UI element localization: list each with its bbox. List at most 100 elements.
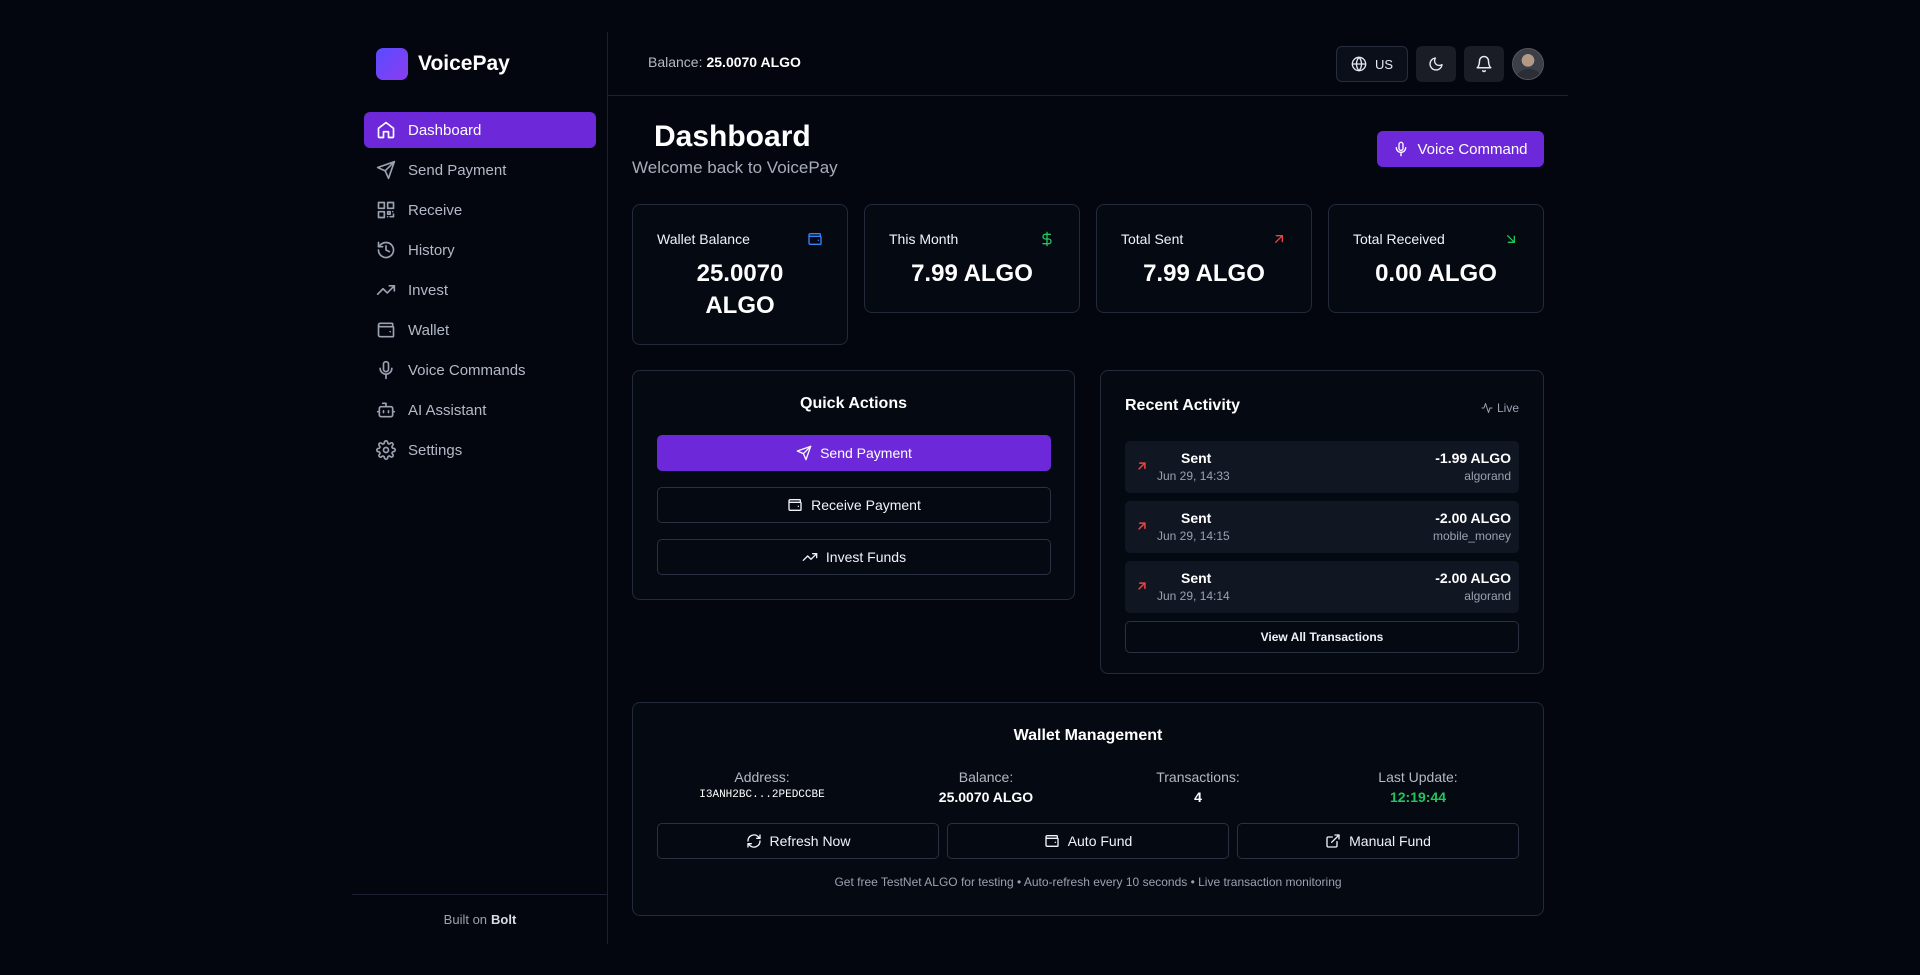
stat-card-total-received: Total Received 0.00 ALGO bbox=[1328, 204, 1544, 313]
manual-fund-label: Manual Fund bbox=[1349, 833, 1431, 849]
sidebar-item-label: Wallet bbox=[408, 321, 450, 339]
globe-icon bbox=[1351, 56, 1367, 72]
top-bar: Balance: 25.0070 ALGO US bbox=[608, 32, 1568, 96]
sidebar-footer: Built on Bolt bbox=[352, 894, 608, 944]
activity-amount: -1.99 ALGO bbox=[1435, 450, 1511, 466]
stat-label: This Month bbox=[889, 231, 959, 247]
address-value[interactable]: I3ANH2BC...2PEDCCBE bbox=[657, 789, 867, 801]
app-name: VoicePay bbox=[418, 52, 510, 75]
arrow-up-right-icon bbox=[1138, 462, 1146, 470]
invest-funds-label: Invest Funds bbox=[825, 549, 907, 565]
page-title: Dashboard bbox=[654, 120, 811, 153]
voice-command-button[interactable]: Voice Command bbox=[1377, 131, 1544, 167]
wallet-management-title: Wallet Management bbox=[1013, 727, 1163, 744]
activity-amount: -2.00 ALGO bbox=[1435, 510, 1511, 526]
sidebar-item-dashboard[interactable]: Dashboard bbox=[364, 112, 596, 148]
live-label: Live bbox=[1496, 401, 1519, 415]
wallet-address: Address: I3ANH2BC...2PEDCCBE bbox=[657, 769, 867, 801]
activity-icon bbox=[1481, 403, 1493, 413]
stat-value: 0.00 ALGO bbox=[1375, 260, 1497, 287]
external-link-icon bbox=[1326, 834, 1340, 848]
sidebar-item-voice-commands[interactable]: Voice Commands bbox=[364, 352, 596, 388]
balance-label: Balance: bbox=[958, 769, 1014, 785]
wallet-icon bbox=[377, 322, 395, 338]
sidebar-item-send-payment[interactable]: Send Payment bbox=[364, 152, 596, 188]
transactions-label: Transactions: bbox=[1156, 769, 1240, 785]
sidebar-item-label: Dashboard bbox=[408, 121, 482, 139]
top-balance-value: 25.0070 ALGO bbox=[706, 54, 801, 70]
logo[interactable]: VoicePay bbox=[376, 48, 510, 80]
sidebar-item-wallet[interactable]: Wallet bbox=[364, 312, 596, 348]
theme-toggle-button[interactable] bbox=[1416, 46, 1456, 82]
stat-card-this-month: This Month 7.99 ALGO bbox=[864, 204, 1080, 313]
mic-icon bbox=[1396, 141, 1407, 157]
activity-network: mobile_money bbox=[1432, 529, 1511, 543]
footer-prefix: Built on bbox=[443, 912, 488, 927]
recent-activity-card: Recent Activity Live Sent Jun 29, 14:33 … bbox=[1100, 370, 1544, 674]
top-balance-label: Balance: bbox=[648, 54, 703, 70]
sidebar-item-history[interactable]: History bbox=[364, 232, 596, 268]
activity-amount: -2.00 ALGO bbox=[1435, 570, 1511, 586]
view-all-label: View All Transactions bbox=[1260, 630, 1384, 644]
sidebar: VoicePay Dashboard Send Payment Receive … bbox=[352, 32, 608, 944]
manual-fund-button[interactable]: Manual Fund bbox=[1237, 823, 1519, 859]
receive-payment-label: Receive Payment bbox=[811, 497, 921, 513]
trending-up-icon bbox=[802, 553, 818, 561]
sidebar-item-label: Settings bbox=[408, 441, 463, 459]
logo-mark-icon bbox=[376, 48, 408, 80]
sidebar-item-receive[interactable]: Receive bbox=[364, 192, 596, 228]
sidebar-item-settings[interactable]: Settings bbox=[364, 432, 596, 468]
refresh-now-label: Refresh Now bbox=[769, 833, 851, 849]
footer-brand[interactable]: Bolt bbox=[491, 912, 516, 927]
recent-activity-title: Recent Activity bbox=[1125, 397, 1240, 414]
arrow-up-right-icon bbox=[1138, 522, 1146, 530]
wallet-icon bbox=[1045, 835, 1059, 847]
wallet-note: Get free TestNet ALGO for testing • Auto… bbox=[834, 875, 1342, 889]
view-all-transactions-button[interactable]: View All Transactions bbox=[1125, 621, 1519, 653]
refresh-now-button[interactable]: Refresh Now bbox=[657, 823, 939, 859]
send-icon bbox=[376, 160, 396, 180]
history-icon bbox=[377, 241, 395, 259]
trending-up-icon bbox=[376, 285, 396, 295]
stat-label: Total Received bbox=[1353, 231, 1445, 247]
language-selector[interactable]: US bbox=[1335, 46, 1408, 82]
receive-payment-button[interactable]: Receive Payment bbox=[657, 487, 1051, 523]
arrow-up-right-icon bbox=[1275, 235, 1283, 243]
list-item[interactable]: Sent Jun 29, 14:14 -2.00 ALGO algorand bbox=[1125, 561, 1519, 613]
list-item[interactable]: Sent Jun 29, 14:33 -1.99 ALGO algorand bbox=[1125, 441, 1519, 493]
auto-fund-button[interactable]: Auto Fund bbox=[947, 823, 1229, 859]
send-payment-label: Send Payment bbox=[820, 445, 912, 461]
home-icon bbox=[377, 121, 395, 139]
list-item[interactable]: Sent Jun 29, 14:15 -2.00 ALGO mobile_mon… bbox=[1125, 501, 1519, 553]
invest-funds-button[interactable]: Invest Funds bbox=[657, 539, 1051, 575]
gear-icon bbox=[376, 440, 396, 460]
live-indicator: Live bbox=[1481, 401, 1519, 415]
sidebar-item-ai-assistant[interactable]: AI Assistant bbox=[364, 392, 596, 428]
stat-label: Wallet Balance bbox=[657, 231, 750, 247]
refresh-icon bbox=[746, 834, 761, 848]
activity-date: Jun 29, 14:15 bbox=[1157, 529, 1230, 543]
send-payment-button[interactable]: Send Payment bbox=[657, 435, 1051, 471]
voice-command-label: Voice Command bbox=[1417, 140, 1528, 158]
activity-type: Sent bbox=[1181, 570, 1212, 586]
sidebar-item-invest[interactable]: Invest bbox=[364, 272, 596, 308]
stat-label: Total Sent bbox=[1121, 231, 1184, 247]
activity-date: Jun 29, 14:33 bbox=[1157, 469, 1230, 483]
arrow-down-right-icon bbox=[1507, 235, 1515, 243]
stat-card-wallet-balance: Wallet Balance 25.0070 ALGO bbox=[632, 204, 848, 345]
sidebar-item-label: History bbox=[408, 241, 455, 259]
quick-actions-card: Quick Actions Send Payment Receive Payme… bbox=[632, 370, 1075, 600]
sidebar-item-label: Send Payment bbox=[408, 161, 507, 179]
auto-fund-label: Auto Fund bbox=[1067, 833, 1133, 849]
notifications-button[interactable] bbox=[1464, 46, 1504, 82]
app-root: VoicePay Dashboard Send Payment Receive … bbox=[352, 32, 1568, 944]
sidebar-nav: Dashboard Send Payment Receive History I… bbox=[364, 112, 596, 472]
wallet-balance: Balance: 25.0070 ALGO bbox=[881, 769, 1091, 805]
top-balance: Balance: 25.0070 ALGO bbox=[648, 54, 801, 70]
dollar-icon bbox=[1042, 231, 1052, 247]
balance-value: 25.0070 ALGO bbox=[938, 789, 1034, 805]
stat-value: 7.99 ALGO bbox=[1143, 260, 1265, 287]
stat-value: 25.0070 ALGO bbox=[696, 260, 784, 319]
activity-type: Sent bbox=[1181, 450, 1212, 466]
avatar[interactable] bbox=[1512, 48, 1544, 80]
